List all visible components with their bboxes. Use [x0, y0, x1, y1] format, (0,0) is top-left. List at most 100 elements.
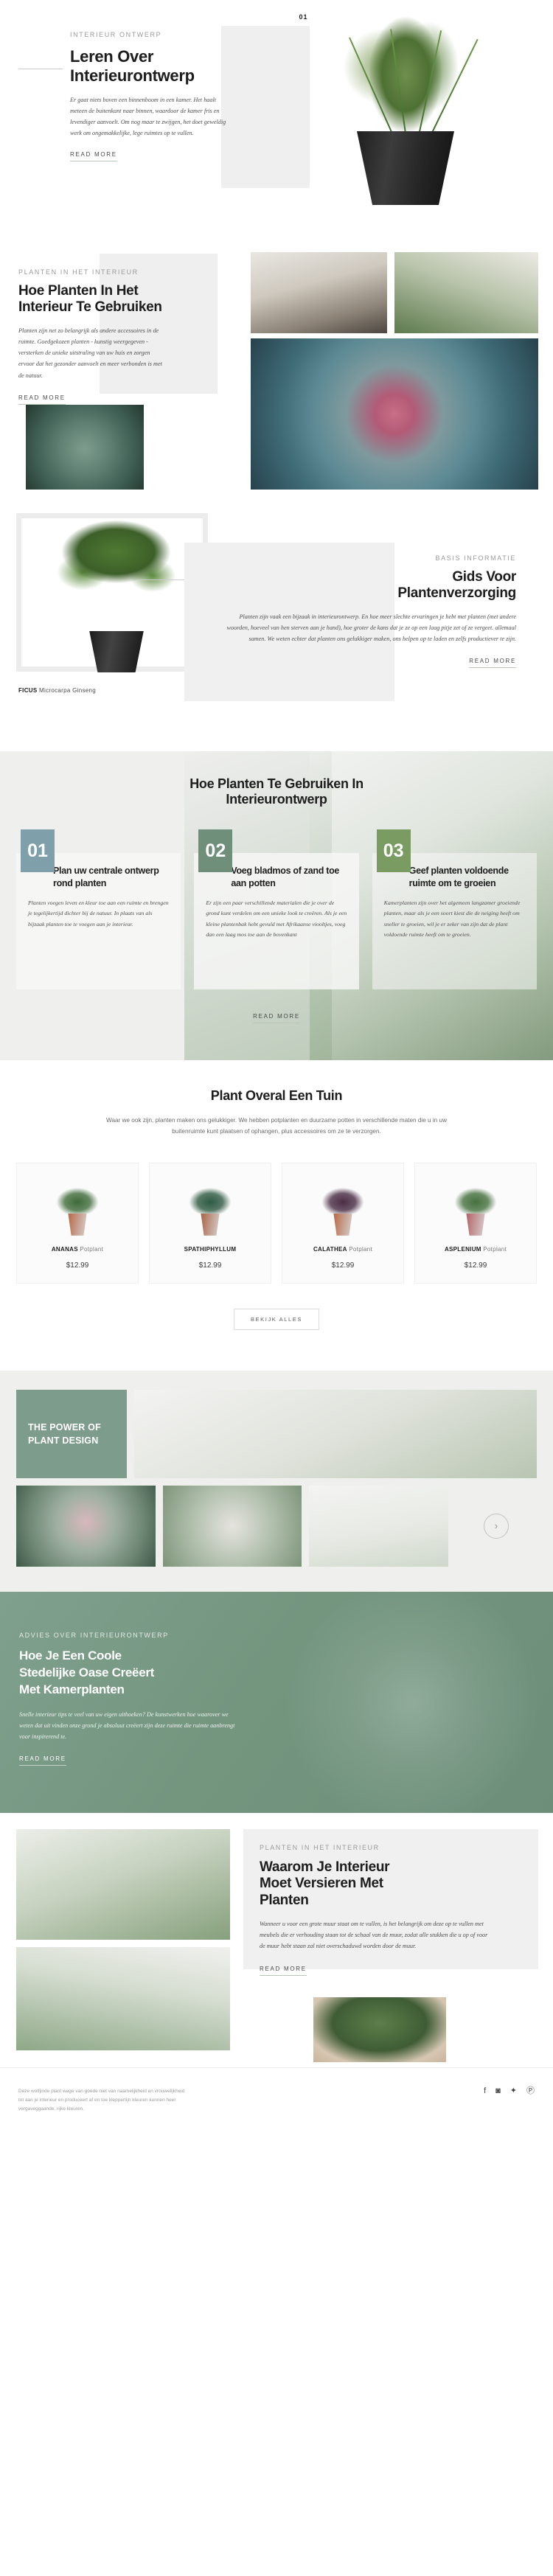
- sec4-heading: Hoe Planten Te Gebruiken In Interieuront…: [0, 776, 553, 807]
- step-title: Geef planten voldoende ruimte om te groe…: [408, 866, 509, 888]
- interior-room-image: [251, 252, 387, 333]
- step-card: 03 Geef planten voldoende ruimte om te g…: [372, 829, 537, 990]
- banner-eyebrow: ADVIES OVER INTERIEURONTWERP: [19, 1631, 169, 1639]
- hero-section: 01 / 03 INTERIEUR ONTWERP Leren Over Int…: [0, 0, 553, 243]
- gallery-image-cactus-bowl: [16, 1485, 156, 1567]
- products-subtitle: Waar we ook zijn, planten maken ons gelu…: [106, 1116, 447, 1135]
- product-price: $12.99: [198, 1261, 222, 1270]
- why-image-accent: [313, 1997, 446, 2062]
- plant-design-gallery-section: THE POWER OF PLANT DESIGN ›: [0, 1370, 553, 1592]
- page-footer: Deze wolfjinde plant wage van goede niet…: [0, 2067, 553, 2136]
- step-card-body: Voeg bladmos of zand toe aan potten Er z…: [194, 853, 359, 990]
- product-card[interactable]: ASPLENIUM Potplant $12.99: [414, 1162, 537, 1284]
- succulent-rosette-image: [26, 405, 144, 490]
- products-title: Plant Overal Een Tuin: [210, 1088, 343, 1104]
- gallery-image-potted-plant: [309, 1485, 448, 1567]
- facebook-icon[interactable]: f: [484, 2086, 486, 2095]
- plant-leaves-icon: [314, 1174, 372, 1214]
- step-text: Er zijn een paar verschillende materiale…: [206, 899, 347, 939]
- gallery-row-two-grid: ›: [16, 1485, 537, 1567]
- plant-care-guide-section: FICUS Microcarpa Ginseng BASIS INFORMATI…: [0, 497, 553, 751]
- banner-read-more-link[interactable]: READ MORE: [19, 1755, 66, 1766]
- why-image-top: [16, 1828, 230, 1940]
- step-card-body: Geef planten voldoende ruimte om te groe…: [372, 853, 537, 990]
- sec3-paragraph: Planten zijn vaak een bijzaak in interie…: [226, 613, 516, 643]
- step-number-badge: 02: [198, 829, 233, 873]
- plant-pot-icon: [333, 1213, 352, 1236]
- sec3-title: Gids Voor Plantenverzorging: [221, 569, 516, 602]
- sec3-eyebrow: BASIS INFORMATIE: [435, 554, 516, 562]
- why-text-block: PLANTEN IN HET INTERIEUR Waarom Je Inter…: [260, 1844, 488, 1976]
- plants-interior-section: PLANTEN IN HET INTERIEUR Hoe Planten In …: [0, 246, 553, 497]
- chevron-right-icon[interactable]: ›: [484, 1513, 509, 1539]
- step-title: Plan uw centrale ontwerp rond planten: [53, 866, 159, 888]
- pinterest-icon[interactable]: Ⓟ: [526, 2086, 535, 2095]
- product-price: $12.99: [464, 1261, 487, 1270]
- product-name-bold: CALATHEA: [313, 1245, 347, 1253]
- hero-title-line-2: Interieurontwerp: [70, 66, 195, 85]
- product-card[interactable]: CALATHEA Potplant $12.99: [282, 1162, 404, 1284]
- gallery-image-succulents: [134, 1389, 537, 1478]
- product-image: [314, 1174, 372, 1236]
- product-card[interactable]: ANANAS Potplant $12.99: [16, 1162, 139, 1284]
- plant-leaves-icon: [181, 1174, 239, 1214]
- gallery-image-terrarium: [162, 1485, 302, 1567]
- sec4-read-more-link[interactable]: READ MORE: [253, 1013, 300, 1024]
- banner-title-line-3: Met Kamerplanten: [19, 1682, 125, 1696]
- plant-leaves-icon: [447, 1174, 504, 1214]
- step-text: Planten voegen leven en kleur toe aan ee…: [28, 899, 169, 927]
- sec2-read-more-link[interactable]: READ MORE: [18, 394, 66, 405]
- why-eyebrow: PLANTEN IN HET INTERIEUR: [260, 1843, 380, 1851]
- product-card[interactable]: SPATHIPHYLLUM $12.99: [149, 1162, 271, 1284]
- product-name: ANANAS Potplant: [23, 1246, 132, 1253]
- product-name-rest: Potplant: [481, 1245, 507, 1253]
- steps-card-list: 01 Plan uw centrale ontwerp rond planten…: [0, 829, 553, 990]
- hero-read-more-link[interactable]: READ MORE: [70, 151, 117, 161]
- landing-page: 01 / 03 INTERIEUR ONTWERP Leren Over Int…: [0, 0, 553, 2136]
- sec3-read-more-link[interactable]: READ MORE: [469, 658, 516, 669]
- product-list: ANANAS Potplant $12.99 SPATHIPHYLLUM $12…: [0, 1162, 553, 1284]
- product-name: SPATHIPHYLLUM: [156, 1246, 265, 1253]
- hero-text-block: INTERIEUR ONTWERP Leren Over Interieuron…: [70, 31, 229, 161]
- grass-blade-icon: [349, 37, 396, 139]
- succulent-closeup-image: [251, 338, 538, 490]
- step-card: 02 Voeg bladmos of zand toe aan potten E…: [194, 829, 359, 990]
- step-card: 01 Plan uw centrale ontwerp rond planten…: [16, 829, 181, 990]
- sec2-paragraph: Planten zijn net zo belangrijk als ander…: [18, 327, 162, 379]
- why-title: Waarom Je Interieur Moet Versieren Met P…: [260, 1859, 488, 1909]
- instagram-icon[interactable]: ◙: [495, 2086, 501, 2095]
- hero-slide-counter: 01 / 03: [0, 13, 324, 21]
- step-number-badge: 01: [21, 829, 55, 873]
- banner-succulent-image: [273, 1591, 553, 1813]
- hero-plant-image: [310, 6, 501, 209]
- twitter-icon[interactable]: ✦: [510, 2086, 517, 2095]
- plant-pot-icon: [68, 1213, 87, 1236]
- why-decorate-section: PLANTEN IN HET INTERIEUR Waarom Je Inter…: [0, 1812, 553, 2067]
- why-read-more-link[interactable]: READ MORE: [260, 1966, 307, 1976]
- gallery-grid: THE POWER OF PLANT DESIGN ›: [16, 1389, 537, 1567]
- why-title-line-1: Waarom Je Interieur: [260, 1859, 390, 1875]
- product-image: [49, 1174, 106, 1236]
- bonsai-caption-rest: Microcarpa Ginseng: [37, 687, 97, 694]
- product-name: ASPLENIUM Potplant: [421, 1246, 530, 1253]
- plant-shelf-image: [394, 252, 538, 333]
- plant-pot-icon: [201, 1213, 220, 1236]
- hero-title: Leren Over Interieurontwerp: [70, 47, 229, 86]
- product-name-rest: Potplant: [77, 1245, 104, 1253]
- view-all-button[interactable]: BEKIJK ALLES: [233, 1308, 320, 1330]
- sec2-title-line-1: Hoe Planten In Het: [18, 283, 139, 299]
- how-to-use-plants-section: Hoe Planten Te Gebruiken In Interieuront…: [0, 751, 553, 1061]
- hero-eyebrow: INTERIEUR ONTWERP: [70, 31, 162, 38]
- bonsai-caption: FICUS Microcarpa Ginseng: [18, 687, 96, 694]
- step-card-body: Plan uw centrale ontwerp rond planten Pl…: [16, 853, 181, 990]
- why-title-line-2: Moet Versieren Met: [260, 1876, 383, 1892]
- product-price: $12.99: [331, 1261, 355, 1270]
- banner-title: Hoe Je Een Coole Stedelijke Oase Creëert…: [19, 1648, 243, 1699]
- product-name-bold: ASPLENIUM: [444, 1245, 481, 1253]
- product-name: CALATHEA Potplant: [288, 1246, 397, 1253]
- urban-oasis-banner-section: ADVIES OVER INTERIEURONTWERP Hoe Je Een …: [0, 1591, 553, 1813]
- product-name-bold: SPATHIPHYLLUM: [184, 1245, 237, 1253]
- banner-text-block: ADVIES OVER INTERIEURONTWERP Hoe Je Een …: [0, 1592, 243, 1766]
- hero-counter-current: 01: [299, 13, 308, 21]
- products-section: Plant Overal Een Tuin Waar we ook zijn, …: [0, 1060, 553, 1371]
